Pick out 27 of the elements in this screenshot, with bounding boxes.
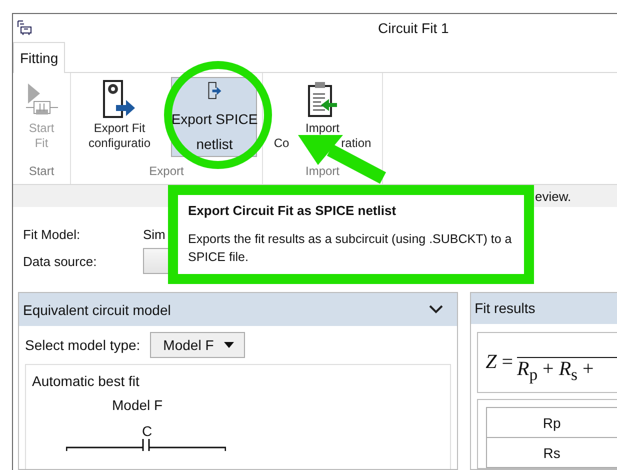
app-icon (17, 20, 33, 36)
tooltip-text: Exports the fit results as a subcircuit (using .SUBCKT) to a SPICE file. (188, 231, 513, 266)
ribbon-tab[interactable]: Fitting (13, 42, 66, 73)
component-label: C (142, 423, 152, 439)
field-label: Data source: (23, 254, 97, 268)
group-label: Import (305, 164, 340, 180)
window-title: Circuit Fit 1 (378, 20, 449, 36)
model-name: Model F (112, 397, 163, 413)
panel-title: Equivalent circuit model (23, 302, 171, 318)
gear-export-icon (103, 80, 136, 118)
model-type-dropdown[interactable]: Model F (150, 332, 245, 358)
table-cell: Rs (486, 437, 617, 468)
table-cell: Rp (486, 407, 617, 438)
dropdown-arrow-icon (224, 342, 234, 348)
field-value: Sim (143, 227, 166, 242)
field-label: Fit Model: (23, 227, 80, 242)
panel-title: Fit results (474, 300, 536, 316)
chevron-icon[interactable] (428, 305, 443, 314)
diagram-title: Automatic best fit (32, 373, 140, 389)
group-label: Start (28, 164, 54, 180)
tooltip-title: Export Circuit Fit as SPICE netlist (188, 203, 398, 218)
ribbon-button[interactable]: Export Fit configuratio (76, 77, 162, 157)
info-text: eview. (535, 188, 572, 204)
clipboard-import-icon (308, 80, 338, 118)
group-label: Export (149, 164, 184, 180)
select-label: Select model type: (25, 337, 140, 353)
impedance-formula: Z = R$_{p}$ + R$_{s}$ + (476, 332, 617, 393)
